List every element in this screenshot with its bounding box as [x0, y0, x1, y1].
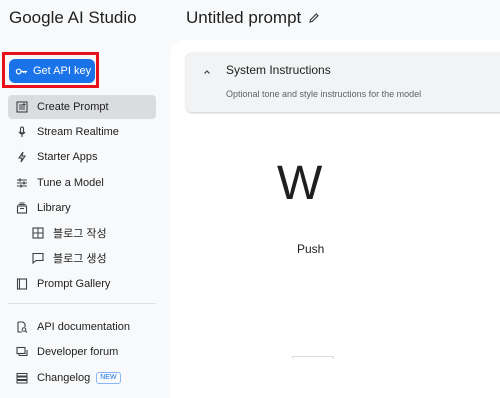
- sidebar-item-create-prompt[interactable]: Create Prompt: [8, 95, 156, 119]
- sidebar-item-prompt-gallery[interactable]: Prompt Gallery: [8, 272, 156, 296]
- pencil-icon[interactable]: [308, 12, 320, 24]
- create-prompt-icon: [16, 101, 28, 113]
- table-icon: [32, 227, 44, 239]
- library-icon: [16, 202, 28, 214]
- system-instructions-panel[interactable]: System Instructions Optional tone and st…: [186, 52, 500, 112]
- gallery-icon: [16, 278, 28, 290]
- system-instructions-input[interactable]: Optional tone and style instructions for…: [226, 89, 421, 99]
- push-text: Push: [297, 242, 325, 256]
- sidebar-item-label: Stream Realtime: [37, 126, 119, 138]
- sidebar-item-blog-generate[interactable]: 블로그 생성: [8, 246, 156, 270]
- sidebar-item-label: API documentation: [37, 321, 130, 333]
- sidebar-item-label: Create Prompt: [37, 101, 109, 113]
- sidebar-item-label: Changelog: [37, 372, 91, 384]
- get-api-key-button[interactable]: Get API key: [9, 59, 95, 83]
- main-panel: System Instructions Optional tone and st…: [170, 40, 500, 398]
- key-icon: [15, 68, 28, 74]
- lightning-icon: [17, 151, 27, 163]
- new-badge: NEW: [96, 372, 121, 384]
- sidebar-item-api-documentation[interactable]: API documentation: [8, 315, 156, 339]
- sidebar-divider: [8, 303, 156, 304]
- sidebar-item-label: Tune a Model: [37, 177, 104, 189]
- forum-icon: [16, 346, 28, 357]
- prompt-title[interactable]: Untitled prompt: [186, 8, 301, 28]
- microphone-icon: [18, 126, 26, 137]
- sidebar-item-changelog[interactable]: Changelog NEW: [8, 366, 156, 390]
- sidebar-item-library[interactable]: Library: [8, 196, 156, 220]
- sidebar-item-starter-apps[interactable]: Starter Apps: [8, 145, 156, 169]
- sidebar-item-label: Starter Apps: [37, 151, 98, 163]
- sidebar-item-label: Prompt Gallery: [37, 278, 111, 290]
- sidebar-item-blog-write[interactable]: 블로그 작성: [8, 221, 156, 245]
- sidebar: Get API key Create Prompt Stream Realtim…: [0, 40, 170, 398]
- chevron-up-icon[interactable]: [202, 67, 212, 77]
- changelog-icon: [16, 373, 28, 384]
- sidebar-item-stream-realtime[interactable]: Stream Realtime: [8, 120, 156, 144]
- sidebar-item-tune-a-model[interactable]: Tune a Model: [8, 171, 156, 195]
- sidebar-item-developer-forum[interactable]: Developer forum: [8, 340, 156, 364]
- document-search-icon: [17, 321, 28, 333]
- prompt-input-edge[interactable]: [292, 356, 334, 359]
- system-instructions-title: System Instructions: [226, 63, 331, 77]
- sliders-icon: [17, 178, 27, 188]
- welcome-heading: W: [277, 157, 323, 210]
- chat-icon: [32, 252, 44, 264]
- top-bar: Google AI Studio Untitled prompt: [0, 0, 500, 40]
- app-logo: Google AI Studio: [9, 8, 137, 27]
- sidebar-item-label: 블로그 생성: [53, 253, 107, 265]
- get-api-key-label: Get API key: [33, 65, 92, 77]
- sidebar-item-label: 블로그 작성: [53, 228, 107, 240]
- sidebar-item-label: Developer forum: [37, 346, 119, 358]
- sidebar-item-label: Library: [37, 202, 71, 214]
